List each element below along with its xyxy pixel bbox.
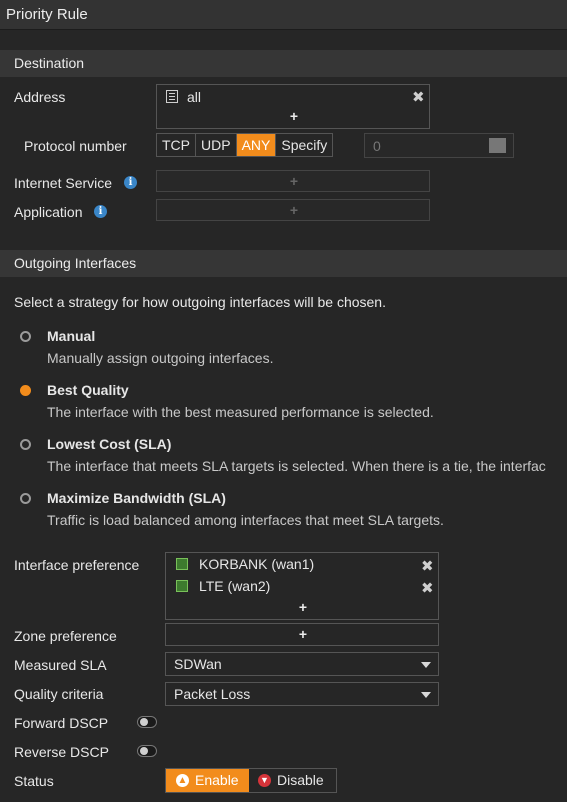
disable-button[interactable]: ▼ Disable [249, 769, 336, 792]
protocol-tcp-option[interactable]: TCP [157, 134, 196, 156]
add-application-button[interactable]: + [157, 202, 431, 218]
add-address-button[interactable]: + [157, 108, 431, 124]
forward-dscp-toggle[interactable] [137, 716, 157, 728]
close-icon[interactable]: ✖ [421, 579, 434, 597]
interface-preference-label: Interface preference [14, 557, 140, 573]
info-icon[interactable]: i [124, 176, 137, 189]
wan-interface-icon [176, 580, 188, 592]
protocol-any-option[interactable]: ANY [236, 134, 277, 156]
strategy-title[interactable]: Best Quality [47, 382, 129, 398]
enable-button[interactable]: ▲ Enable [166, 769, 249, 792]
application-label: Application [14, 204, 83, 220]
add-interface-button[interactable]: + [166, 599, 440, 615]
measured-sla-select[interactable]: SDWan [165, 652, 439, 676]
quality-criteria-value: Packet Loss [174, 686, 251, 702]
strategy-intro: Select a strategy for how outgoing inter… [14, 294, 386, 310]
interface-entry: LTE (wan2) [199, 578, 271, 594]
arrow-down-circle-icon: ▼ [258, 774, 271, 787]
address-label: Address [14, 89, 66, 105]
strategy-maximize-bandwidth-radio[interactable] [20, 493, 31, 504]
zone-preference-field[interactable]: + [165, 623, 439, 646]
internet-service-field[interactable]: + [156, 170, 430, 192]
strategy-description: The interface with the best measured per… [47, 404, 434, 420]
zone-preference-label: Zone preference [14, 628, 117, 644]
outgoing-interfaces-section-header: Outgoing Interfaces [0, 250, 567, 277]
chevron-down-icon [421, 692, 431, 698]
section-title: Destination [14, 55, 85, 71]
protocol-number-value: 0 [373, 138, 381, 154]
protocol-udp-option[interactable]: UDP [196, 134, 237, 156]
strategy-best-quality-radio[interactable] [20, 385, 31, 396]
strategy-description: Traffic is load balanced among interface… [47, 512, 444, 528]
status-label: Status [14, 773, 54, 789]
protocol-number-input[interactable]: 0 [364, 133, 514, 158]
page-title: Priority Rule [6, 6, 88, 23]
status-toggle-group[interactable]: ▲ Enable ▼ Disable [165, 768, 337, 793]
add-internet-service-button[interactable]: + [157, 173, 431, 189]
strategy-manual-radio[interactable] [20, 331, 31, 342]
enable-label: Enable [195, 772, 239, 788]
interface-preference-field[interactable]: KORBANK (wan1) ✖ LTE (wan2) ✖ + [165, 552, 439, 620]
close-icon[interactable]: ✖ [421, 557, 434, 575]
strategy-description: The interface that meets SLA targets is … [47, 458, 546, 474]
disable-label: Disable [277, 772, 324, 788]
wan-interface-icon [176, 558, 188, 570]
stepper-icon[interactable] [489, 138, 506, 153]
forward-dscp-label: Forward DSCP [14, 715, 109, 731]
strategy-description: Manually assign outgoing interfaces. [47, 350, 274, 366]
section-title: Outgoing Interfaces [14, 255, 137, 271]
info-icon[interactable]: i [94, 205, 107, 218]
strategy-title[interactable]: Lowest Cost (SLA) [47, 436, 171, 452]
close-icon[interactable]: ✖ [412, 88, 425, 106]
measured-sla-label: Measured SLA [14, 657, 107, 673]
quality-criteria-select[interactable]: Packet Loss [165, 682, 439, 706]
add-zone-button[interactable]: + [166, 626, 440, 642]
interface-entry: KORBANK (wan1) [199, 556, 315, 572]
application-field[interactable]: + [156, 199, 430, 221]
destination-section-header: Destination [0, 50, 567, 77]
chevron-down-icon [421, 662, 431, 668]
internet-service-label: Internet Service [14, 175, 113, 191]
protocol-selector[interactable]: TCP UDP ANY Specify [156, 133, 334, 157]
measured-sla-value: SDWan [174, 656, 222, 672]
strategy-lowest-cost-radio[interactable] [20, 439, 31, 450]
address-icon [166, 90, 178, 103]
arrow-up-circle-icon: ▲ [176, 774, 189, 787]
protocol-specify-option[interactable]: Specify [276, 134, 332, 156]
address-field[interactable]: all ✖ + [156, 84, 430, 129]
strategy-title[interactable]: Maximize Bandwidth (SLA) [47, 490, 226, 506]
address-entry: all [187, 89, 202, 105]
reverse-dscp-toggle[interactable] [137, 745, 157, 757]
reverse-dscp-label: Reverse DSCP [14, 744, 109, 760]
title-bar: Priority Rule [0, 0, 567, 30]
quality-criteria-label: Quality criteria [14, 686, 104, 702]
strategy-title[interactable]: Manual [47, 328, 95, 344]
protocol-number-label: Protocol number [24, 138, 127, 154]
